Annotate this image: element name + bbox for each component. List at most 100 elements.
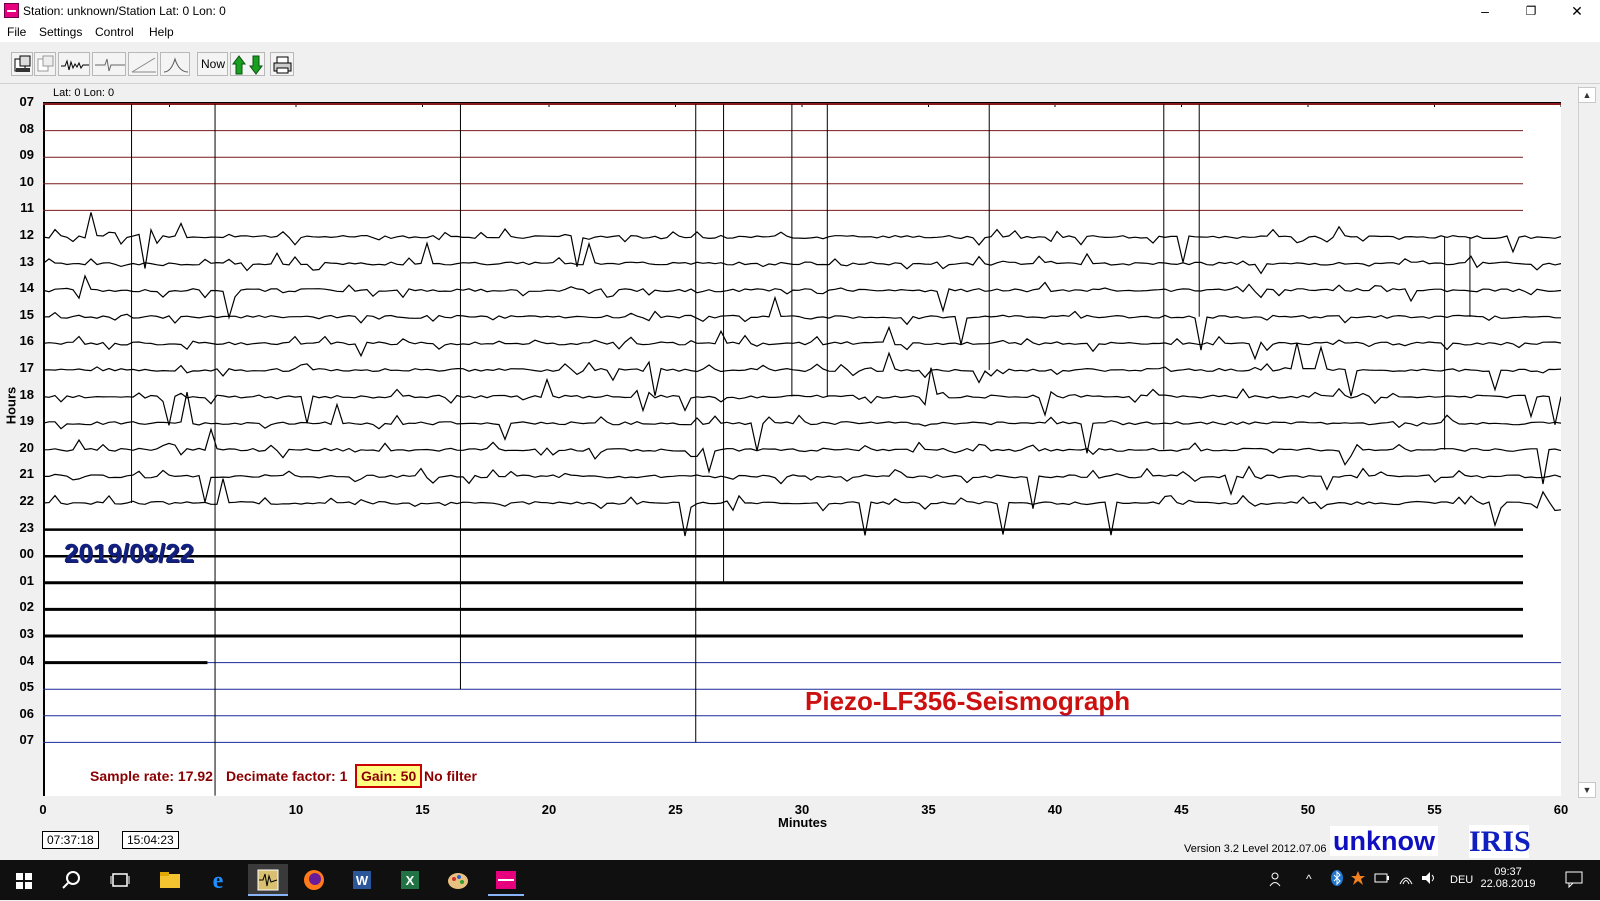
hour-label: 00 [19, 546, 34, 562]
wifi-icon[interactable] [1398, 870, 1414, 886]
filter-text: No filter [424, 768, 477, 784]
input-language[interactable]: DEU [1450, 874, 1473, 886]
title-bar [0, 0, 1600, 23]
hour-label: 07 [19, 732, 34, 748]
hour-label: 08 [19, 120, 34, 136]
hour-label: 13 [19, 253, 34, 269]
hour-label: 17 [19, 360, 34, 375]
tray-clock[interactable]: 09:37 22.08.2019 [1478, 866, 1538, 890]
minute-label: 10 [288, 802, 304, 817]
minimize-button[interactable]: – [1462, 0, 1508, 23]
print-icon [273, 56, 292, 74]
trace-line [43, 391, 1561, 454]
hour-label: 10 [19, 173, 34, 189]
minute-label: 20 [541, 802, 557, 817]
seismograph-app-icon[interactable] [488, 864, 524, 896]
hour-label: 07 [19, 94, 34, 109]
open-button[interactable] [11, 52, 33, 76]
paint-icon[interactable] [442, 864, 474, 896]
task-view-icon[interactable] [104, 864, 136, 896]
menu-bar [0, 23, 1600, 42]
gain-arrows-icon [232, 55, 263, 75]
vertical-scrollbar[interactable] [1578, 86, 1596, 798]
minute-label: 0 [39, 802, 47, 817]
firefox-icon[interactable] [298, 864, 330, 896]
trace-line [43, 212, 1561, 269]
gain-arrows-button[interactable] [230, 52, 265, 76]
trace-line [43, 367, 1561, 426]
hour-label: 04 [19, 652, 34, 668]
menu-control[interactable]: Control [95, 25, 134, 39]
version-text: Version 3.2 Level 2012.07.06 [1184, 843, 1327, 855]
hour-label: 05 [19, 679, 34, 695]
minute-label: 40 [1047, 802, 1063, 817]
decimate-text: Decimate factor: 1 [226, 768, 348, 784]
windows-start-icon[interactable] [8, 864, 40, 896]
hour-label: 22 [19, 493, 34, 508]
now-label: Now [201, 57, 226, 71]
trace-button[interactable] [92, 52, 126, 76]
start-time-box: 07:37:18 [42, 831, 99, 849]
waveform-button[interactable] [58, 52, 90, 76]
winquake-icon[interactable] [248, 864, 288, 896]
scroll-down-arrow[interactable]: ▼ [1578, 782, 1596, 798]
minute-label: 35 [921, 802, 936, 817]
minute-label: 45 [1174, 802, 1189, 817]
minute-label: 50 [1300, 802, 1316, 817]
trace-line [43, 295, 1561, 351]
ramp-button[interactable] [128, 52, 158, 76]
filter-curve-button[interactable] [160, 52, 190, 76]
tray-date: 22.08.2019 [1480, 878, 1536, 890]
ramp-icon [131, 57, 156, 73]
menu-file[interactable]: File [7, 25, 26, 39]
svg-text:W: W [356, 873, 369, 888]
file-explorer-icon[interactable] [154, 864, 186, 896]
trace-line [43, 274, 1561, 320]
app-icon [4, 3, 19, 18]
now-button[interactable]: Now [197, 52, 228, 76]
open-icon [14, 55, 31, 72]
internet-explorer-icon[interactable]: e [202, 864, 234, 896]
scroll-up-arrow[interactable]: ▲ [1578, 87, 1596, 103]
hour-label: 21 [19, 466, 34, 482]
volume-icon[interactable] [1420, 870, 1438, 886]
people-icon[interactable] [1268, 870, 1286, 888]
bluetooth-icon[interactable] [1330, 870, 1344, 886]
hour-label: 11 [20, 200, 34, 216]
word-icon[interactable]: W [346, 864, 378, 896]
hour-label: 12 [19, 227, 34, 242]
minute-label: 15 [415, 802, 430, 817]
battery-icon[interactable] [1374, 870, 1390, 886]
maximize-button[interactable]: ❐ [1508, 0, 1554, 23]
close-button[interactable]: ✕ [1554, 0, 1600, 23]
excel-icon[interactable]: X [394, 864, 426, 896]
print-button[interactable] [270, 52, 294, 76]
hour-label: 02 [19, 599, 34, 615]
minute-label: 5 [165, 802, 174, 817]
menu-help[interactable]: Help [149, 25, 174, 39]
search-icon[interactable] [56, 864, 88, 896]
trace-icon [95, 58, 125, 72]
sample-rate-text: Sample rate: 17.92 [90, 768, 213, 784]
trace-line [43, 342, 1561, 397]
hour-label: 14 [19, 280, 34, 296]
svg-text:X: X [406, 873, 415, 888]
gain-box[interactable]: Gain: 50 [355, 764, 423, 788]
save-button[interactable] [34, 52, 56, 76]
svg-text:e: e [213, 868, 224, 894]
instrument-overlay: Piezo-LF356-Seismograph [805, 686, 1131, 716]
hour-label: 16 [19, 333, 34, 349]
tray-app-icon[interactable] [1350, 870, 1366, 886]
trace-line [43, 478, 1561, 537]
save-icon [37, 55, 54, 72]
hour-label: 15 [19, 306, 34, 322]
minute-label: 25 [668, 802, 683, 817]
tray-time: 09:37 [1494, 866, 1522, 878]
hour-label: 06 [19, 705, 34, 721]
current-time-box: 15:04:23 [122, 831, 179, 849]
menu-settings[interactable]: Settings [39, 25, 82, 39]
hour-label: 23 [19, 519, 34, 535]
tray-chevron-icon[interactable]: ^ [1306, 872, 1312, 886]
notifications-icon[interactable] [1564, 870, 1584, 889]
iris-logo: IRIS [1469, 825, 1531, 858]
